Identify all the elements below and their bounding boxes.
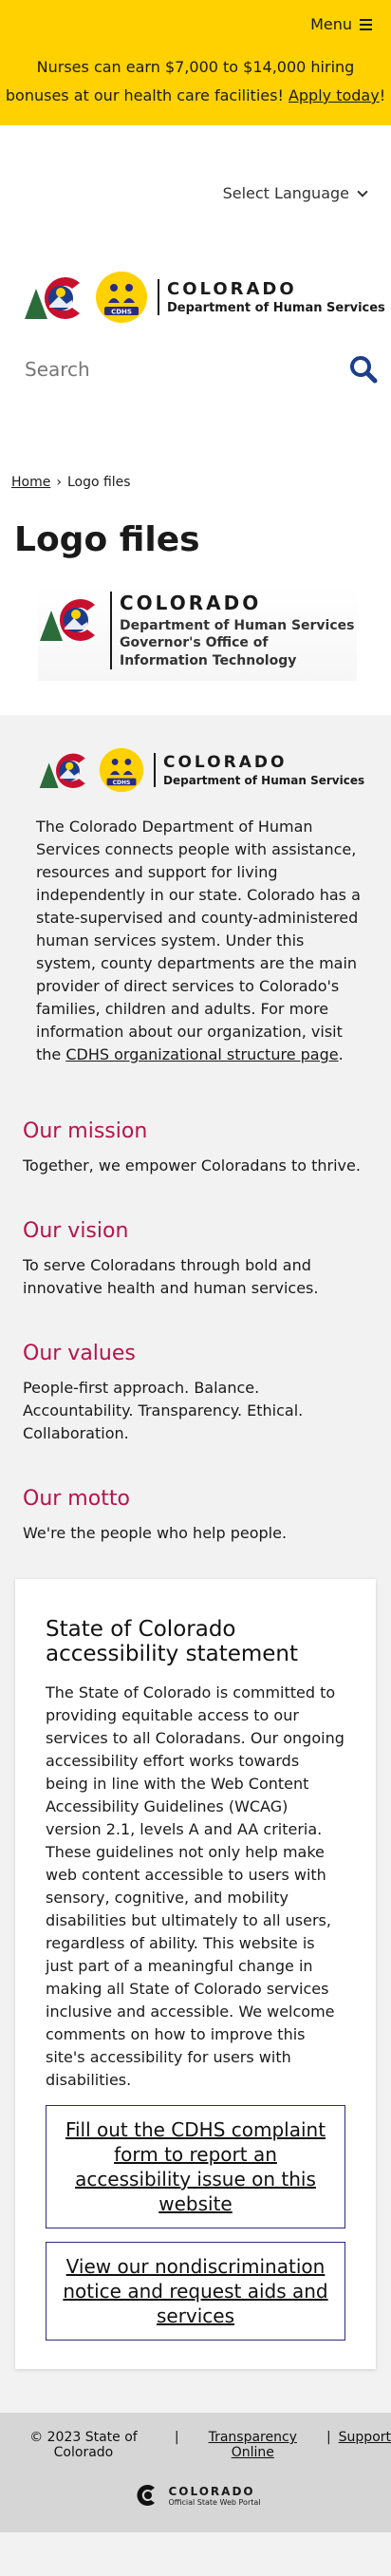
menu-button[interactable]: Menu [310,15,372,33]
banner-text-end: ! [379,86,386,104]
complaint-form-button[interactable]: Fill out the CDHS complaint form to repo… [46,2105,345,2228]
menu-label: Menu [310,15,352,33]
breadcrumb-current: Logo files [66,475,131,490]
badge-label: CDHS [113,780,131,786]
portal-subtitle: Official State Web Portal [168,2497,261,2507]
state-portal-logo[interactable]: COLORADO Official State Web Portal [0,2483,391,2508]
logo-subtitle: Department of Human Services [163,774,365,787]
page-title: Logo files [14,520,200,559]
logo-title: COLORADO [167,279,297,299]
cdhs-badge-icon: CDHS [96,272,147,323]
colorado-c-mark-icon [137,2485,156,2506]
mission-block: Our mission Together, we empower Colorad… [0,1119,391,1177]
site-logo[interactable]: CDHS COLORADO Department of Human Servic… [0,258,391,336]
accessibility-body: The State of Colorado is committed to pr… [46,1683,344,2089]
cdhs-logo: CDHS COLORADO Department of Human Servic… [0,742,391,799]
oit-office-line1: Governor's Office of [120,635,269,650]
oit-title: COLORADO [120,592,262,614]
portal-text: COLORADO Official State Web Portal [168,2485,260,2507]
values-block: Our values People-first approach. Balanc… [0,1342,391,1445]
chevron-down-icon [357,185,368,197]
hamburger-icon [360,18,372,30]
footer-separator: | [174,2430,179,2445]
footer-links: © 2023 State of Colorado | Transparency … [0,2430,391,2460]
language-label: Select Language [222,184,349,202]
oit-office-line2: Information Technology [120,653,297,668]
vision-heading: Our vision [23,1219,129,1243]
oit-logo-image: COLORADO Department of Human Services Go… [38,586,357,681]
language-bar: Select Language [0,125,391,258]
breadcrumb-separator: › [56,475,62,490]
search-input[interactable] [25,358,309,381]
promo-banner: Menu Nurses can earn $7,000 to $14,000 h… [0,0,391,125]
language-select[interactable]: Select Language [222,184,368,202]
motto-heading: Our motto [23,1487,130,1511]
oit-dept: Department of Human Services [120,618,355,633]
badge-label: CDHS [111,309,132,316]
intro-paragraph: The Colorado Department of Human Service… [36,816,368,1066]
mission-heading: Our mission [23,1119,148,1143]
oit-logo-text: COLORADO Department of Human Services Go… [110,592,354,669]
vision-text: To serve Coloradans through bold and inn… [23,1256,319,1297]
support-link[interactable]: Support [339,2430,391,2460]
logo-subtitle: Department of Human Services [167,301,385,315]
portal-title: COLORADO [168,2484,255,2498]
values-heading: Our values [23,1342,136,1365]
vision-block: Our vision To serve Coloradans through b… [0,1219,391,1300]
breadcrumb-home-link[interactable]: Home [11,475,50,490]
colorado-c-logo-icon [40,599,95,641]
search-icon[interactable] [349,355,378,384]
nondiscrimination-button[interactable]: View our nondiscrimination notice and re… [46,2242,345,2341]
bottom-strip [0,2532,391,2576]
site-footer: © 2023 State of Colorado | Transparency … [0,2413,391,2532]
footer-separator: | [326,2430,331,2445]
intro-text: The Colorado Department of Human Service… [36,818,361,1063]
mission-text: Together, we empower Coloradans to thriv… [23,1156,361,1175]
colorado-c-logo-icon [25,277,80,319]
accessibility-card: State of Colorado accessibility statemen… [15,1579,376,2369]
accessibility-heading: State of Colorado accessibility statemen… [46,1617,299,1666]
logo-title: COLORADO [163,753,288,772]
logo-text: COLORADO Department of Human Services [154,753,364,787]
search-bar [0,336,391,403]
logo-text: COLORADO Department of Human Services [158,279,385,315]
cdhs-badge-icon: CDHS [99,747,144,793]
apply-today-link[interactable]: Apply today [289,86,380,104]
motto-block: Our motto We're the people who help peop… [0,1487,391,1545]
values-text: People-first approach. Balance. Accounta… [23,1379,304,1442]
motto-text: We're the people who help people. [23,1524,288,1542]
org-structure-link[interactable]: CDHS organizational structure page [65,1045,338,1063]
copyright: © 2023 State of Colorado [29,2430,138,2460]
banner-message: Nurses can earn $7,000 to $14,000 hiring… [0,53,391,110]
transparency-link[interactable]: Transparency Online [187,2430,319,2460]
about-section: CDHS COLORADO Department of Human Servic… [0,715,391,2576]
colorado-c-logo-icon [39,753,85,789]
breadcrumb: Home › Logo files [0,475,391,490]
intro-end: . [338,1045,344,1063]
